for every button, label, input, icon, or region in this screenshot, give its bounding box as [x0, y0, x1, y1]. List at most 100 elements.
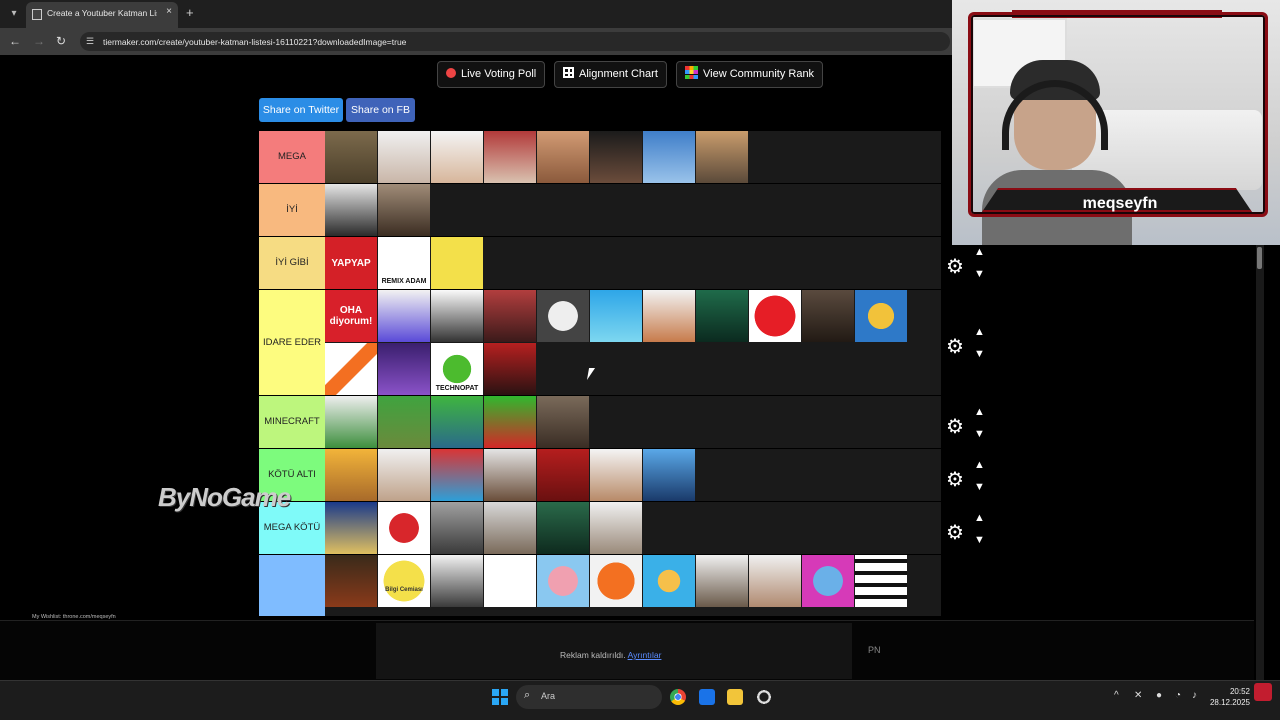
taskbar-search[interactable]: ⌕ Ara	[516, 685, 662, 709]
notification-icon[interactable]	[1254, 683, 1272, 701]
tier-label[interactable]	[259, 555, 325, 616]
youtuber-thumbnail[interactable]	[484, 555, 536, 607]
youtuber-thumbnail[interactable]	[590, 290, 642, 342]
youtuber-thumbnail[interactable]	[749, 290, 801, 342]
community-rank-button[interactable]: View Community Rank	[676, 61, 824, 88]
youtuber-thumbnail[interactable]	[431, 237, 483, 289]
youtuber-thumbnail[interactable]	[537, 555, 589, 607]
youtuber-thumbnail[interactable]	[431, 290, 483, 342]
youtuber-thumbnail[interactable]	[537, 502, 589, 554]
youtuber-thumbnail[interactable]	[696, 290, 748, 342]
gear-icon[interactable]: ⚙	[944, 469, 966, 491]
gear-icon[interactable]: ⚙	[944, 336, 966, 358]
chevron-down-icon[interactable]: ▼	[974, 428, 985, 440]
youtuber-thumbnail[interactable]	[325, 184, 377, 236]
youtuber-thumbnail[interactable]	[696, 131, 748, 183]
youtuber-thumbnail[interactable]	[325, 502, 377, 554]
youtuber-thumbnail[interactable]	[325, 131, 377, 183]
youtuber-thumbnail[interactable]: TECHNOPAT	[431, 343, 483, 395]
youtuber-thumbnail[interactable]	[537, 131, 589, 183]
youtuber-thumbnail[interactable]	[484, 131, 536, 183]
windows-start-icon[interactable]	[492, 689, 509, 706]
microphone-icon[interactable]: ●	[1156, 690, 1162, 701]
chevron-up-icon[interactable]: ▲	[974, 246, 985, 258]
live-voting-poll-button[interactable]: Live Voting Poll	[437, 61, 546, 88]
youtuber-thumbnail[interactable]	[749, 555, 801, 607]
youtuber-thumbnail[interactable]	[378, 343, 430, 395]
youtuber-thumbnail[interactable]	[325, 555, 377, 607]
share-fb-button[interactable]: Share on FB	[346, 98, 415, 122]
network-off-icon[interactable]: ✕	[1134, 690, 1142, 701]
youtuber-thumbnail[interactable]	[643, 131, 695, 183]
youtuber-thumbnail[interactable]	[590, 131, 642, 183]
alignment-chart-button[interactable]: Alignment Chart	[554, 61, 667, 88]
page-scrollbar[interactable]	[1256, 245, 1264, 680]
forward-arrow-icon[interactable]: →	[33, 34, 45, 48]
gear-icon[interactable]: ⚙	[944, 522, 966, 544]
gear-icon[interactable]: ⚙	[944, 256, 966, 278]
youtuber-thumbnail[interactable]	[855, 555, 907, 607]
youtuber-thumbnail[interactable]	[431, 396, 483, 448]
youtuber-thumbnail[interactable]	[484, 502, 536, 554]
address-bar[interactable]: ☰ tiermaker.com/create/youtuber-katman-l…	[80, 32, 950, 51]
share-twitter-button[interactable]: Share on Twitter	[259, 98, 343, 122]
youtuber-thumbnail[interactable]: YAPYAP	[325, 237, 377, 289]
tab-search-menu-icon[interactable]: ▾	[6, 6, 22, 22]
youtuber-thumbnail[interactable]	[378, 184, 430, 236]
chevron-down-icon[interactable]: ▼	[974, 534, 985, 546]
tier-label[interactable]: MEGA	[259, 131, 325, 183]
youtuber-thumbnail[interactable]	[378, 131, 430, 183]
taskbar-clock[interactable]: 20:52 28.12.2025	[1208, 686, 1250, 708]
scrollbar-thumb[interactable]	[1257, 247, 1262, 269]
tier-label[interactable]: IDARE EDER	[259, 290, 325, 395]
youtuber-thumbnail[interactable]	[431, 131, 483, 183]
youtuber-thumbnail[interactable]	[590, 449, 642, 501]
youtuber-thumbnail[interactable]	[537, 396, 589, 448]
tab-close-icon[interactable]: ×	[166, 6, 172, 17]
youtuber-thumbnail[interactable]	[378, 449, 430, 501]
tier-label[interactable]: İYİ GİBİ	[259, 237, 325, 289]
youtuber-thumbnail[interactable]	[802, 290, 854, 342]
youtuber-thumbnail[interactable]	[378, 290, 430, 342]
wifi-icon[interactable]: ◔	[1175, 690, 1181, 701]
youtuber-thumbnail[interactable]	[431, 502, 483, 554]
youtuber-thumbnail[interactable]	[802, 555, 854, 607]
site-settings-icon[interactable]: ☰	[86, 36, 94, 47]
chevron-down-icon[interactable]: ▼	[974, 348, 985, 360]
chevron-up-icon[interactable]: ▲	[974, 326, 985, 338]
youtuber-thumbnail[interactable]	[484, 290, 536, 342]
chevron-down-icon[interactable]: ▼	[974, 481, 985, 493]
chevron-up-icon[interactable]: ▲	[974, 512, 985, 524]
youtuber-thumbnail[interactable]	[855, 290, 907, 342]
youtuber-thumbnail[interactable]	[431, 555, 483, 607]
browser-tab[interactable]: Create a Youtuber Katman Listesi ×	[26, 2, 178, 28]
youtuber-thumbnail[interactable]	[431, 449, 483, 501]
tier-label[interactable]: MINECRAFT	[259, 396, 325, 448]
gear-icon[interactable]: ⚙	[944, 416, 966, 438]
youtuber-thumbnail[interactable]	[325, 396, 377, 448]
youtuber-thumbnail[interactable]	[378, 396, 430, 448]
chevron-up-icon[interactable]: ▲	[974, 459, 985, 471]
youtuber-thumbnail[interactable]	[484, 396, 536, 448]
new-tab-button[interactable]: +	[186, 5, 194, 20]
back-arrow-icon[interactable]: ←	[9, 34, 21, 48]
youtuber-thumbnail[interactable]	[590, 502, 642, 554]
youtuber-thumbnail[interactable]	[325, 343, 377, 395]
chrome-icon[interactable]	[670, 689, 686, 705]
youtuber-thumbnail[interactable]: REMIX ADAM	[378, 237, 430, 289]
youtuber-thumbnail[interactable]	[325, 449, 377, 501]
youtuber-thumbnail[interactable]: Bilgi Cemiası	[378, 555, 430, 607]
tier-label[interactable]: İYİ	[259, 184, 325, 236]
file-explorer-icon[interactable]	[727, 689, 743, 705]
notepad-icon[interactable]	[699, 689, 715, 705]
youtuber-thumbnail[interactable]	[484, 343, 536, 395]
reload-icon[interactable]: ↻	[56, 34, 66, 48]
chevron-up-icon[interactable]: ▲	[974, 406, 985, 418]
ad-details-link[interactable]: Ayrıntılar	[628, 650, 662, 660]
youtuber-thumbnail[interactable]	[378, 502, 430, 554]
youtuber-thumbnail[interactable]	[643, 290, 695, 342]
tray-chevron-up-icon[interactable]: ^	[1114, 690, 1119, 701]
youtuber-thumbnail[interactable]	[643, 555, 695, 607]
youtuber-thumbnail[interactable]	[484, 449, 536, 501]
obs-icon[interactable]	[756, 689, 772, 705]
